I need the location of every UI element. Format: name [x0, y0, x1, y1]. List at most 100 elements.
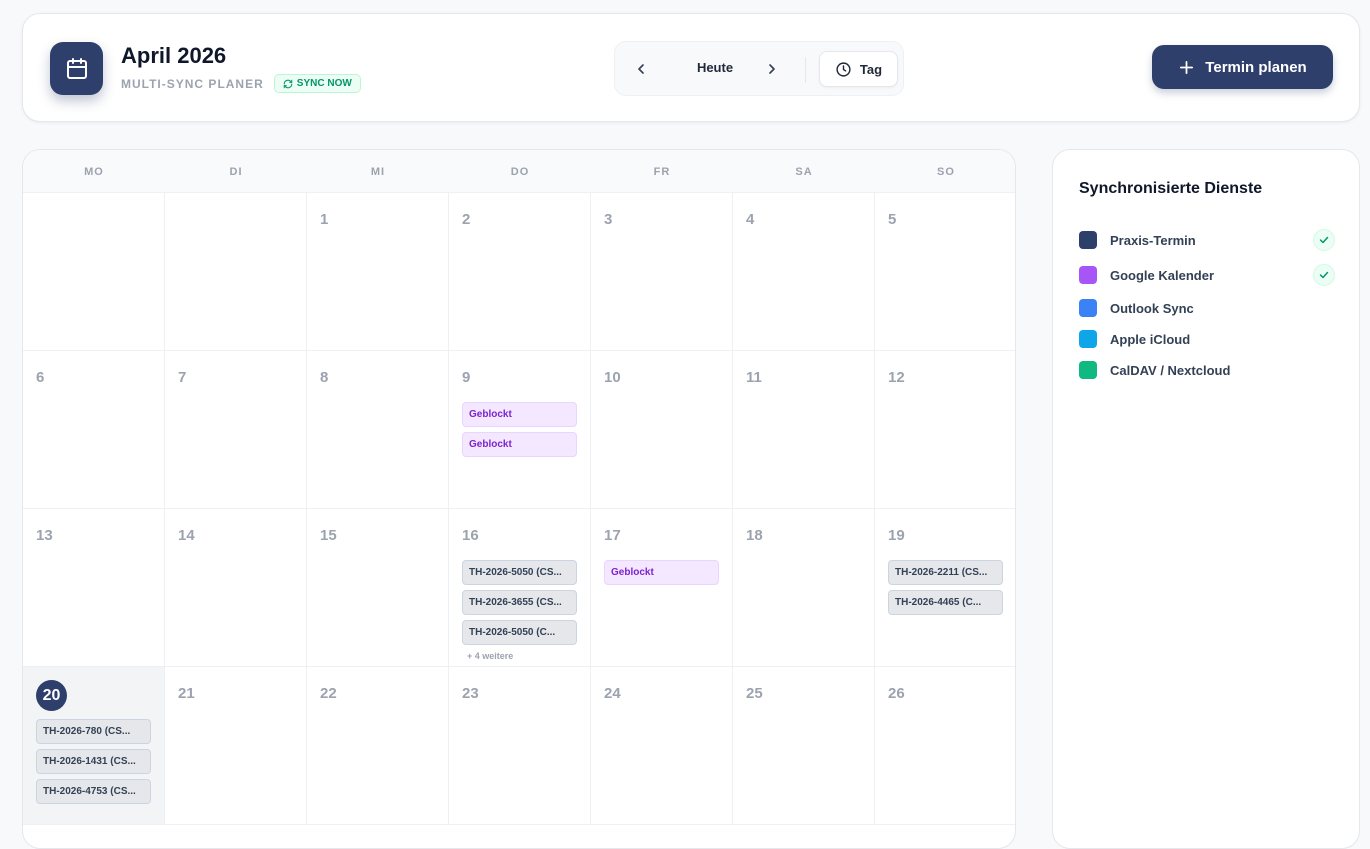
day-cell[interactable]: 26 — [875, 667, 1015, 825]
subtitle-row: MULTI-SYNC PLANER SYNC NOW — [121, 74, 361, 93]
day-number: 21 — [178, 685, 195, 702]
day-cell[interactable]: 19 TH-2026-2211 (CS... TH-2026-4465 (C... — [875, 509, 1015, 667]
day-cell[interactable]: 18 — [733, 509, 875, 667]
day-cell[interactable]: 6 — [23, 351, 165, 509]
clock-icon — [836, 61, 851, 77]
day-cell[interactable]: 11 — [733, 351, 875, 509]
day-cell[interactable]: 23 — [449, 667, 591, 825]
day-cell[interactable] — [165, 193, 307, 351]
service-item[interactable]: CalDAV / Nextcloud — [1079, 357, 1335, 383]
day-cell[interactable]: 1 — [307, 193, 449, 351]
day-cell[interactable]: 8 — [307, 351, 449, 509]
header-card: April 2026 MULTI-SYNC PLANER SYNC NOW He… — [22, 13, 1360, 122]
day-number: 10 — [604, 369, 621, 386]
day-number: 4 — [746, 211, 755, 228]
check-icon — [1313, 229, 1335, 251]
day-number: 14 — [178, 527, 195, 544]
service-item[interactable]: Google Kalender — [1079, 262, 1335, 288]
day-cell[interactable]: 9 Geblockt Geblockt — [449, 351, 591, 509]
day-cell[interactable]: 24 — [591, 667, 733, 825]
service-name: Praxis-Termin — [1110, 232, 1196, 248]
day-cell[interactable]: 14 — [165, 509, 307, 667]
weekday-label: SA — [795, 165, 813, 178]
service-name: Apple iCloud — [1110, 331, 1191, 347]
appointment-event[interactable]: TH-2026-5050 (C... — [462, 620, 577, 645]
previous-month-button[interactable] — [627, 55, 655, 83]
service-color-swatch — [1079, 231, 1097, 249]
day-number: 26 — [888, 685, 905, 702]
appointment-event[interactable]: TH-2026-780 (CS... — [36, 719, 151, 744]
calendar-icon — [50, 42, 103, 95]
day-number: 19 — [888, 527, 905, 544]
services-title: Synchronisierte Dienste — [1079, 180, 1263, 197]
service-color-swatch — [1079, 361, 1097, 379]
sync-badge-label: SYNC NOW — [296, 78, 352, 89]
day-cell[interactable]: 10 — [591, 351, 733, 509]
sync-now-button[interactable]: SYNC NOW — [273, 74, 361, 93]
service-item[interactable]: Outlook Sync — [1079, 295, 1335, 321]
weekday-header: MO DI MI DO FR SA SO — [23, 150, 1015, 193]
service-color-swatch — [1079, 330, 1097, 348]
appointment-event[interactable]: TH-2026-4753 (CS... — [36, 779, 151, 804]
day-cell[interactable]: 20 TH-2026-780 (CS... TH-2026-1431 (CS... T… — [23, 667, 165, 825]
blocked-event[interactable]: Geblockt — [604, 560, 719, 585]
day-cell[interactable]: 21 — [165, 667, 307, 825]
day-number: 15 — [320, 527, 337, 544]
weekday-label: DO — [510, 165, 530, 178]
day-cell[interactable]: 4 — [733, 193, 875, 351]
sync-services-panel: Synchronisierte Dienste Praxis-Termin Goo… — [1052, 149, 1360, 849]
day-cell[interactable]: 25 — [733, 667, 875, 825]
day-number: 23 — [462, 685, 479, 702]
day-cell[interactable]: 5 — [875, 193, 1015, 351]
day-cell[interactable]: 2 — [449, 193, 591, 351]
date-navigation: Heute Tag — [614, 41, 904, 96]
day-number: 11 — [746, 369, 762, 386]
weekday-label: SO — [937, 165, 955, 178]
day-cell[interactable]: 7 — [165, 351, 307, 509]
appointment-event[interactable]: TH-2026-1431 (CS... — [36, 749, 151, 774]
day-number: 22 — [320, 685, 337, 702]
day-number: 3 — [604, 211, 613, 228]
day-number: 24 — [604, 685, 621, 702]
day-cell[interactable]: 15 — [307, 509, 449, 667]
day-view-button[interactable]: Tag — [819, 51, 898, 87]
appointment-event[interactable]: TH-2026-5050 (CS... — [462, 560, 577, 585]
day-number: 5 — [888, 211, 897, 228]
refresh-icon — [283, 79, 293, 88]
day-cell[interactable]: 22 — [307, 667, 449, 825]
weekday-label: MO — [84, 165, 104, 178]
day-cell[interactable]: 13 — [23, 509, 165, 667]
day-cell[interactable]: 16 TH-2026-5050 (CS... TH-2026-3655 (CS...… — [449, 509, 591, 667]
day-number: 13 — [36, 527, 53, 544]
view-button-label: Tag — [859, 61, 883, 77]
day-number: 6 — [36, 369, 45, 386]
blocked-event[interactable]: Geblockt — [462, 432, 577, 457]
service-item[interactable]: Apple iCloud — [1079, 326, 1335, 352]
service-name: Google Kalender — [1110, 267, 1215, 283]
today-button[interactable]: Heute — [675, 60, 755, 75]
appointment-event[interactable]: TH-2026-3655 (CS... — [462, 590, 577, 615]
service-name: Outlook Sync — [1110, 300, 1194, 316]
service-color-swatch — [1079, 266, 1097, 284]
day-cell[interactable] — [23, 193, 165, 351]
weekday-label: DI — [229, 165, 243, 178]
day-number: 16 — [462, 527, 479, 544]
schedule-appointment-button[interactable]: Termin planen — [1152, 45, 1333, 89]
blocked-event[interactable]: Geblockt — [462, 402, 577, 427]
appointment-event[interactable]: TH-2026-2211 (CS... — [888, 560, 1003, 585]
day-number: 25 — [746, 685, 763, 702]
chevron-right-icon — [769, 64, 775, 74]
day-number: 8 — [320, 369, 329, 386]
service-item[interactable]: Praxis-Termin — [1079, 227, 1335, 253]
day-number: 7 — [178, 369, 187, 386]
next-month-button[interactable] — [758, 55, 786, 83]
day-number: 1 — [320, 211, 329, 228]
day-cell[interactable]: 3 — [591, 193, 733, 351]
appointment-event[interactable]: TH-2026-4465 (C... — [888, 590, 1003, 615]
chevron-left-icon — [638, 64, 644, 74]
more-events-link[interactable]: + 4 weitere — [467, 651, 513, 661]
day-number: 18 — [746, 527, 763, 544]
service-color-swatch — [1079, 299, 1097, 317]
day-cell[interactable]: 17 Geblockt — [591, 509, 733, 667]
day-cell[interactable]: 12 — [875, 351, 1015, 509]
